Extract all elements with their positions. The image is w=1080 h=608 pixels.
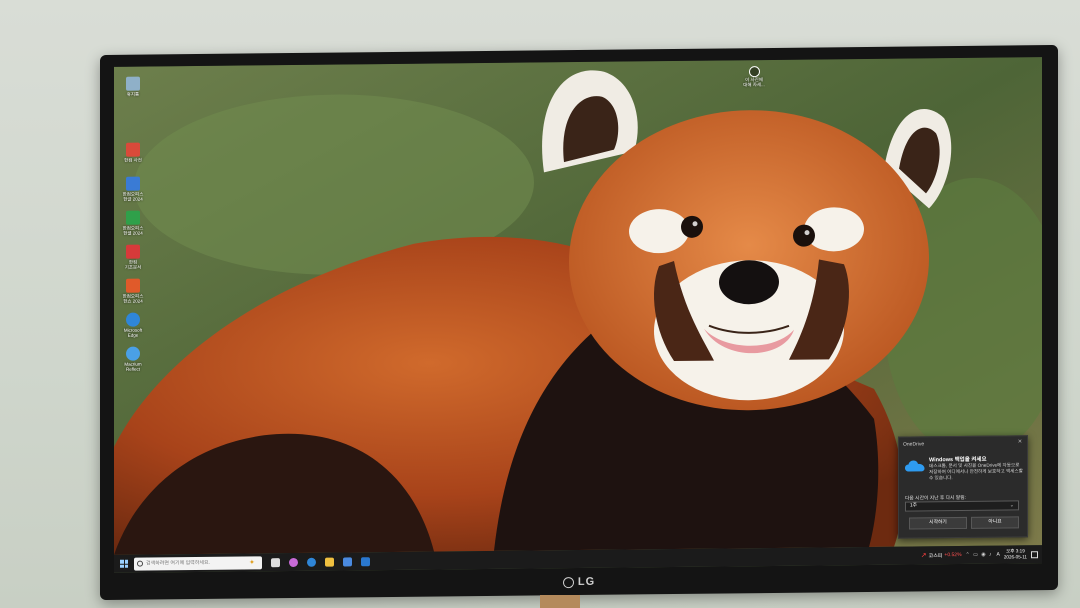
- desktop-icon-hancom-viewer[interactable]: 한컴 기초문서: [118, 244, 148, 270]
- edge-icon: [126, 312, 140, 327]
- lg-logo: LG: [562, 575, 596, 589]
- ime-indicator[interactable]: A: [996, 552, 999, 558]
- copilot-sparkle-icon: ✦: [249, 559, 255, 567]
- stock-name: 코스피: [928, 552, 943, 559]
- stock-change: +0.52%: [944, 551, 962, 559]
- onedrive-backup-notification: OneDrive × Windows 백업을 켜세요 데스크톱, 문서 및 사진…: [898, 435, 1028, 539]
- notification-center-icon[interactable]: [1031, 550, 1038, 558]
- recycle-bin-icon: [126, 76, 140, 91]
- desktop-icon-label: 한컴오피스 한글 2024: [122, 191, 144, 202]
- dismiss-button[interactable]: 아니요: [971, 516, 1019, 529]
- hancom-icon: [126, 142, 140, 157]
- close-icon[interactable]: ×: [1018, 438, 1022, 445]
- learn-about-picture-label: 이 사진에 대해 자세...: [743, 77, 765, 88]
- hcell-icon: [126, 210, 140, 225]
- notification-body: 데스크톱, 문서 및 사진을 OneDrive에 자동으로 저장하여 어디에서나…: [929, 462, 1023, 481]
- clock[interactable]: 오후 3:19 2026-05-11: [1004, 548, 1027, 560]
- copilot-icon[interactable]: [289, 557, 298, 567]
- desktop-icon-edge[interactable]: Microsoft Edge: [118, 312, 148, 338]
- clock-date: 2026-05-11: [1003, 554, 1027, 560]
- remind-interval-value: 1주: [910, 503, 918, 509]
- desktop-icon-label: 휴지통: [126, 91, 140, 97]
- camera-icon: [748, 66, 760, 78]
- hwp-icon: [126, 176, 140, 191]
- desktop-icon-hcell[interactable]: 한컴오피스 한셀 2024: [118, 210, 148, 236]
- system-icons[interactable]: ⌃ ▭ ◉ ♪: [966, 552, 993, 558]
- desktop-icon-recycle-bin[interactable]: 휴지통: [118, 76, 148, 97]
- task-view-icon[interactable]: [271, 557, 280, 567]
- desktop-icon-label: 한컴오피스 한셀 2024: [122, 225, 144, 236]
- desktop-icon-hancom[interactable]: 한컴 사전: [118, 142, 148, 163]
- start-backup-button[interactable]: 시작하기: [909, 516, 967, 530]
- desktop-icon-label: 한컴 기초문서: [124, 259, 142, 270]
- chevron-down-icon: ⌄: [1009, 502, 1014, 509]
- learn-about-picture-widget[interactable]: 이 사진에 대해 자세...: [742, 66, 766, 87]
- file-explorer-icon[interactable]: [325, 557, 334, 567]
- hshow-icon: [126, 278, 140, 293]
- desktop-icon-label: 한컴 사전: [124, 157, 142, 163]
- stock-widget[interactable]: ↗ 코스피 +0.52%: [921, 551, 962, 559]
- trend-up-icon: ↗: [920, 552, 927, 560]
- system-tray: ↗ 코스피 +0.52% ⌃ ▭ ◉ ♪ A 오후 3:19 2026-05-1…: [921, 545, 1038, 564]
- lg-logo-icon: [562, 576, 574, 588]
- hancom-viewer-icon: [126, 244, 140, 259]
- desktop-icon-macrium[interactable]: Macrium Reflect: [118, 346, 148, 372]
- taskbar-search-box[interactable]: ✦: [134, 555, 262, 571]
- monitor-stand: [540, 595, 580, 608]
- remind-interval-select[interactable]: 1주 ⌄: [905, 500, 1019, 512]
- desktop-icon-label: Macrium Reflect: [124, 361, 142, 372]
- desktop-icon-label: Microsoft Edge: [123, 327, 143, 338]
- desktop-icon-label: 한컴오피스 한쇼 2024: [122, 293, 144, 304]
- desktop-icon-hwp[interactable]: 한컴오피스 한글 2024: [118, 176, 148, 202]
- notification-header: OneDrive: [903, 441, 925, 448]
- desktop-icon-hshow[interactable]: 한컴오피스 한쇼 2024: [118, 278, 148, 304]
- outlook-icon[interactable]: [361, 556, 370, 566]
- edge-taskbar-icon[interactable]: [307, 557, 316, 567]
- macrium-icon: [126, 346, 140, 361]
- monitor: 휴지통 한컴 사전 한컴오피스 한글 2024 한컴오피스 한셀 2024 한컴…: [100, 44, 1058, 601]
- onedrive-cloud-icon: [905, 460, 925, 472]
- screen: 휴지통 한컴 사전 한컴오피스 한글 2024 한컴오피스 한셀 2024 한컴…: [114, 57, 1042, 573]
- start-button[interactable]: [120, 559, 128, 568]
- search-input[interactable]: [146, 559, 246, 567]
- store-icon[interactable]: [343, 556, 352, 566]
- brand-label: LG: [577, 575, 596, 589]
- search-icon: [137, 560, 143, 567]
